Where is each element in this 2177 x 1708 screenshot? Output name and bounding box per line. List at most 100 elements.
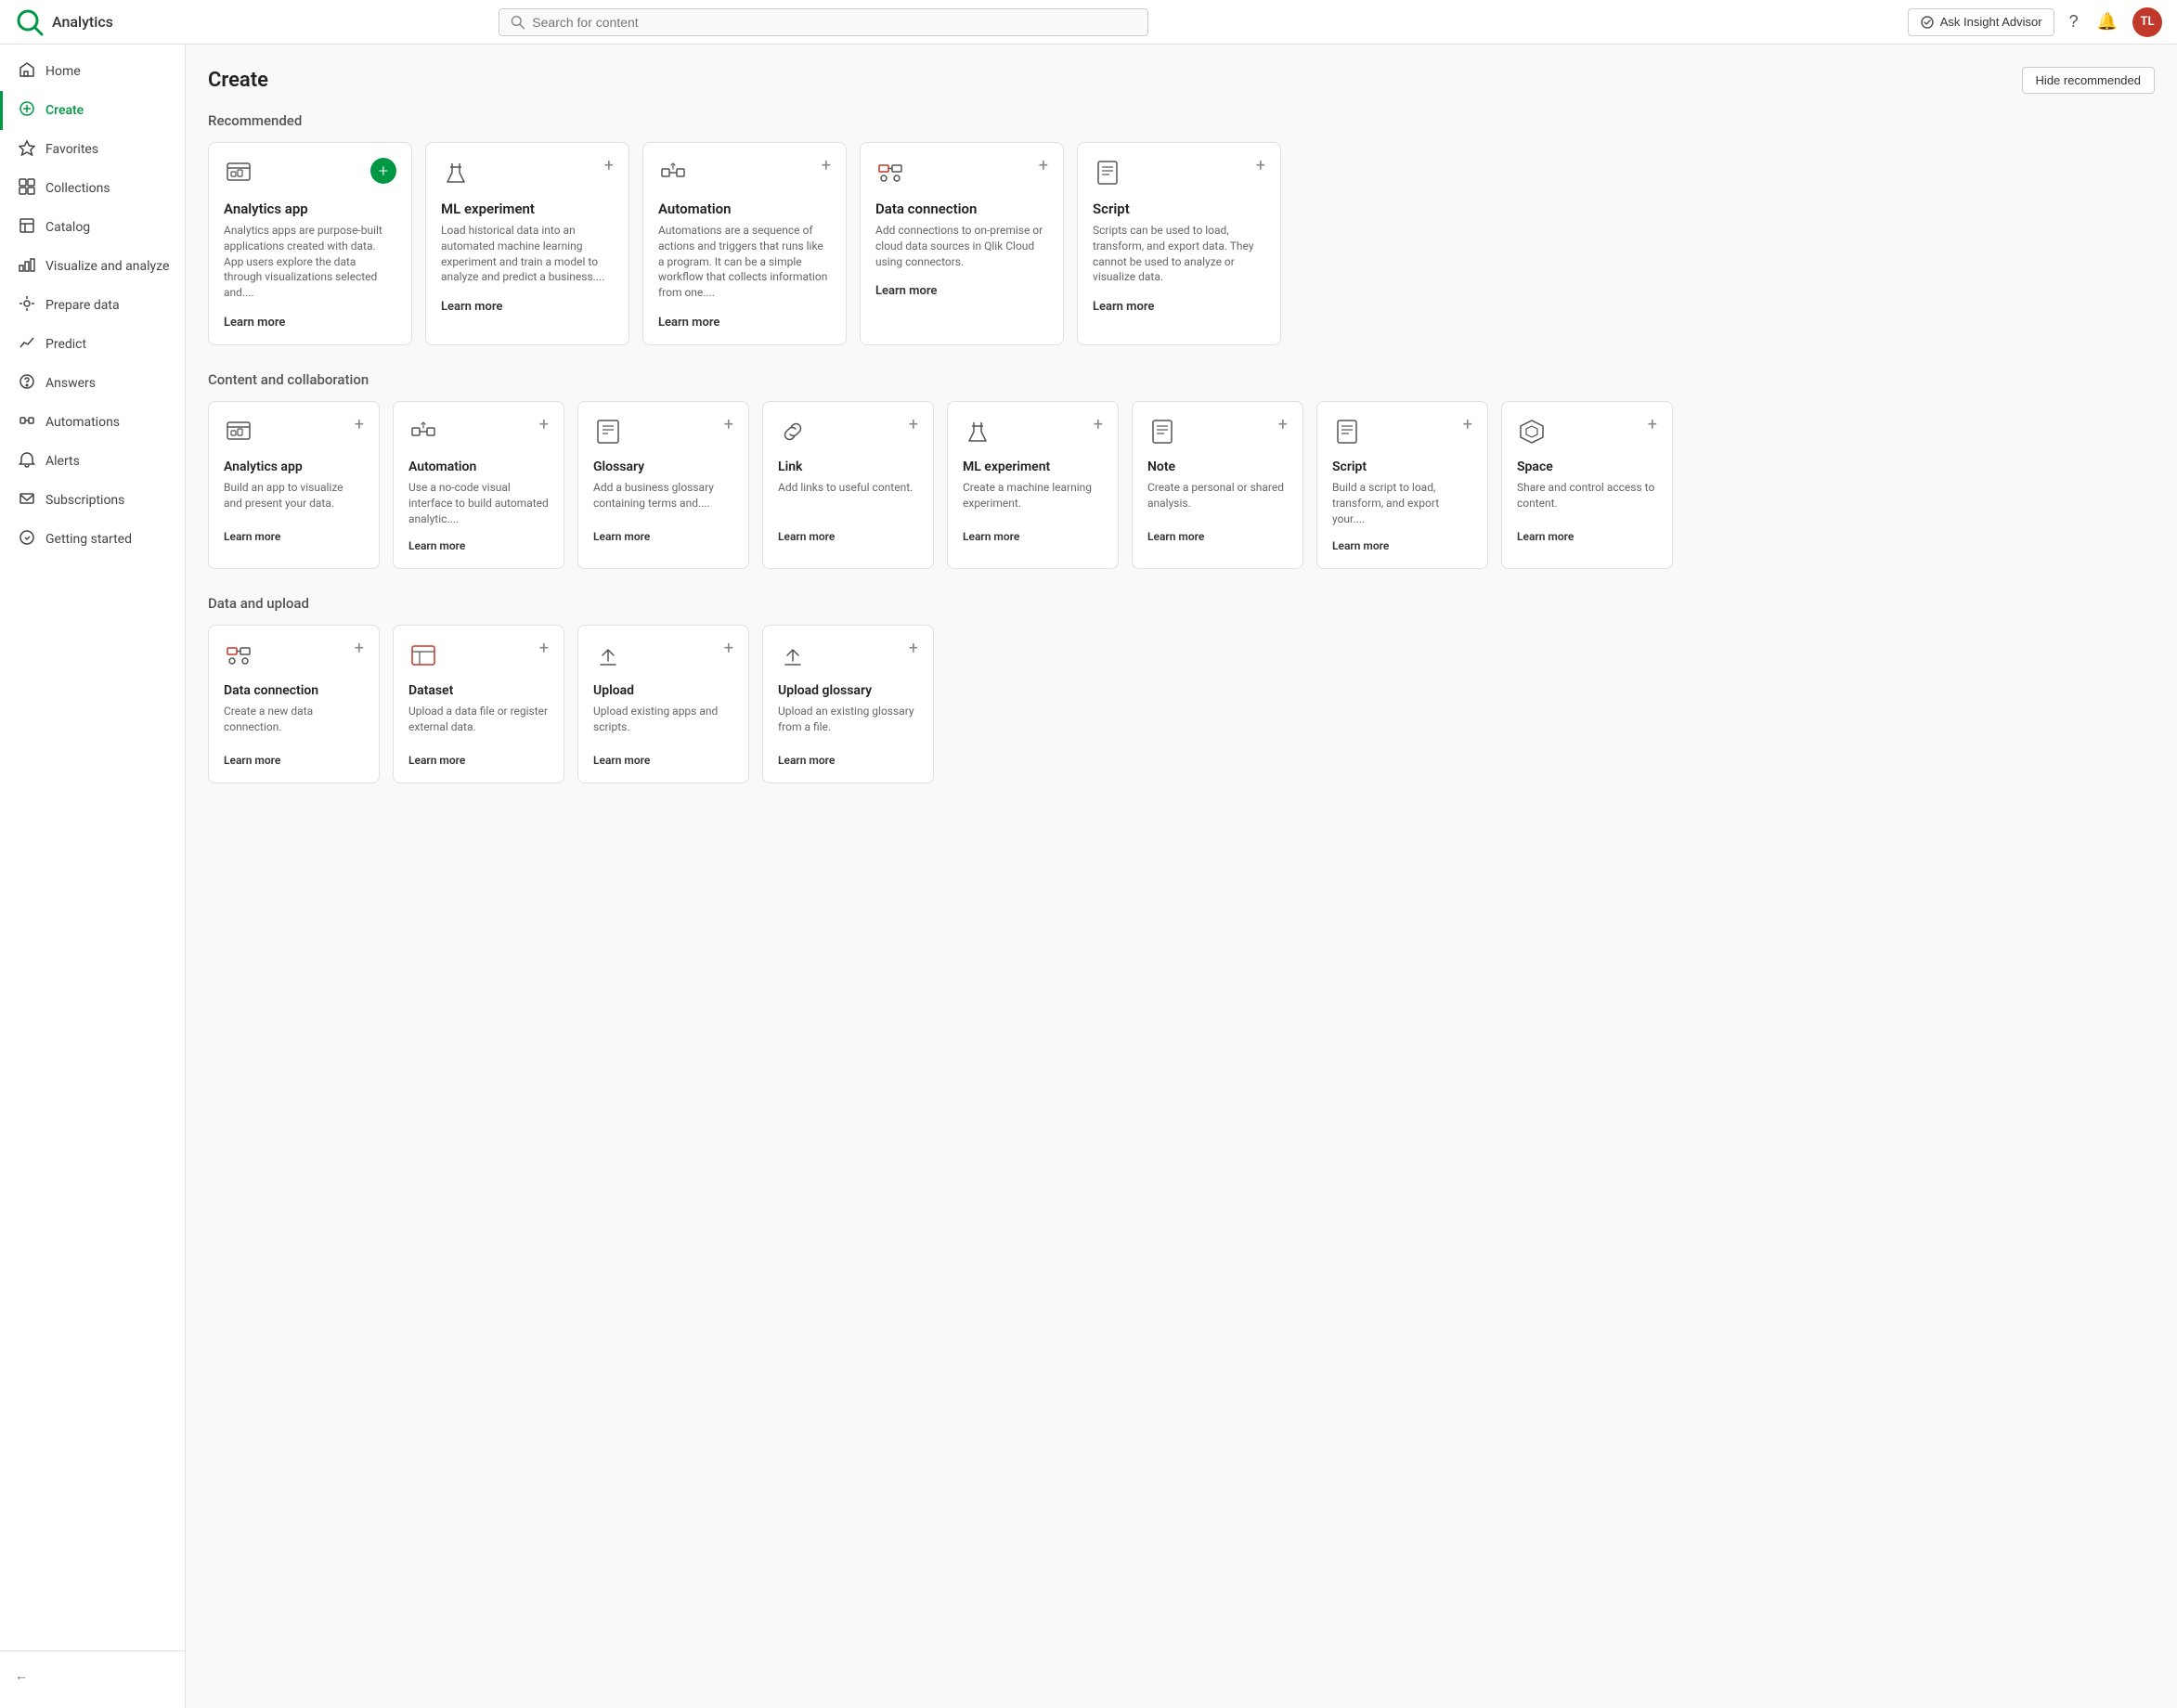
content-card[interactable]: + Script Build a script to load, transfo…	[1316, 401, 1488, 569]
recommended-card[interactable]: + Data connection Add connections to on-…	[860, 142, 1064, 345]
learn-more-link[interactable]: Learn more	[1332, 539, 1389, 552]
learn-more-link[interactable]: Learn more	[224, 316, 285, 330]
add-button[interactable]: +	[724, 417, 733, 433]
visualize-icon	[18, 256, 36, 277]
add-button[interactable]: +	[1256, 158, 1265, 175]
recommended-card[interactable]: + Script Scripts can be used to load, tr…	[1077, 142, 1281, 345]
sidebar-item-catalog[interactable]: Catalog	[0, 208, 185, 247]
learn-more-link[interactable]: Learn more	[1517, 530, 1574, 543]
card-desc: Automations are a sequence of actions an…	[658, 223, 831, 301]
learn-more-link[interactable]: Learn more	[778, 530, 835, 543]
automations-icon	[18, 412, 36, 433]
card-top: +	[1517, 417, 1657, 450]
learn-more-link[interactable]: Learn more	[408, 754, 465, 767]
add-button[interactable]: +	[822, 158, 831, 175]
prepare-icon	[18, 295, 36, 316]
learn-more-link[interactable]: Learn more	[593, 754, 650, 767]
card-desc: Build a script to load, transform, and e…	[1332, 480, 1472, 526]
add-button[interactable]: +	[909, 417, 918, 433]
sidebar-item-getting-started[interactable]: Getting started	[0, 520, 185, 559]
sidebar-item-favorites[interactable]: Favorites	[0, 130, 185, 169]
add-button[interactable]: +	[1039, 158, 1048, 175]
card-icon	[963, 417, 992, 450]
avatar[interactable]: TL	[2132, 7, 2162, 37]
content-card[interactable]: + Space Share and control access to cont…	[1501, 401, 1673, 569]
card-top: +	[593, 417, 733, 450]
data-card[interactable]: + Upload glossary Upload an existing glo…	[762, 625, 934, 783]
search-bar[interactable]	[499, 8, 1148, 36]
data-section-title: Data and upload	[208, 595, 2155, 612]
learn-more-link[interactable]: Learn more	[224, 754, 280, 767]
add-button[interactable]: +	[1094, 417, 1103, 433]
sidebar-item-answers[interactable]: Answers	[0, 364, 185, 403]
recommended-section-title: Recommended	[208, 112, 2155, 129]
content-section-title: Content and collaboration	[208, 371, 2155, 388]
add-button[interactable]: +	[604, 158, 614, 175]
content-card[interactable]: + Glossary Add a business glossary conta…	[577, 401, 749, 569]
sidebar-item-predict[interactable]: Predict	[0, 325, 185, 364]
sidebar-item-create[interactable]: Create	[0, 91, 185, 130]
recommended-card[interactable]: + ML experiment Load historical data int…	[425, 142, 629, 345]
learn-more-link[interactable]: Learn more	[778, 754, 835, 767]
add-button[interactable]: +	[355, 640, 364, 657]
card-desc: Add links to useful content.	[778, 480, 918, 517]
recommended-card[interactable]: + Analytics app Analytics apps are purpo…	[208, 142, 412, 345]
add-button[interactable]: +	[1463, 417, 1472, 433]
card-name: Automation	[658, 201, 831, 217]
sidebar-item-collections[interactable]: Collections	[0, 169, 185, 208]
hide-recommended-button[interactable]: Hide recommended	[2022, 67, 2155, 94]
learn-more-link[interactable]: Learn more	[1093, 300, 1154, 314]
learn-more-link[interactable]: Learn more	[408, 539, 465, 552]
add-button[interactable]: +	[355, 417, 364, 433]
content-card[interactable]: + Link Add links to useful content. Lear…	[762, 401, 934, 569]
learn-more-link[interactable]: Learn more	[658, 316, 719, 330]
card-top: +	[408, 640, 549, 674]
search-input[interactable]	[532, 15, 1136, 30]
sidebar-item-automations[interactable]: Automations	[0, 403, 185, 442]
content-card[interactable]: + Analytics app Build an app to visualiz…	[208, 401, 380, 569]
data-card[interactable]: + Upload Upload existing apps and script…	[577, 625, 749, 783]
add-button[interactable]: +	[370, 158, 396, 184]
sidebar-item-subscriptions[interactable]: Subscriptions	[0, 481, 185, 520]
sidebar-item-home[interactable]: Home	[0, 52, 185, 91]
card-name: Space	[1517, 459, 1657, 474]
content-card[interactable]: + Note Create a personal or shared analy…	[1132, 401, 1303, 569]
add-button[interactable]: +	[909, 640, 918, 657]
sidebar: Home Create Favorites Collections Catalo…	[0, 45, 186, 1708]
card-name: ML experiment	[441, 201, 614, 217]
card-desc: Use a no-code visual interface to build …	[408, 480, 549, 526]
qlik-logo-icon	[15, 7, 45, 37]
sidebar-item-visualize[interactable]: Visualize and analyze	[0, 247, 185, 286]
add-button[interactable]: +	[539, 417, 549, 433]
card-icon	[593, 640, 623, 674]
add-button[interactable]: +	[539, 640, 549, 657]
learn-more-link[interactable]: Learn more	[593, 530, 650, 543]
recommended-card[interactable]: + Automation Automations are a sequence …	[642, 142, 847, 345]
learn-more-link[interactable]: Learn more	[1147, 530, 1204, 543]
sidebar-item-prepare[interactable]: Prepare data	[0, 286, 185, 325]
favorites-icon	[18, 139, 36, 160]
card-name: Script	[1093, 201, 1265, 217]
help-button[interactable]: ?	[2066, 8, 2082, 35]
data-card[interactable]: + Data connection Create a new data conn…	[208, 625, 380, 783]
add-button[interactable]: +	[1278, 417, 1288, 433]
sidebar-label-create: Create	[45, 103, 84, 118]
notifications-button[interactable]: 🔔	[2093, 8, 2121, 35]
sidebar-label-automations: Automations	[45, 415, 120, 430]
insight-advisor-button[interactable]: Ask Insight Advisor	[1908, 8, 2054, 36]
content-card[interactable]: + ML experiment Create a machine learnin…	[947, 401, 1119, 569]
add-button[interactable]: +	[1648, 417, 1657, 433]
sidebar-collapse-button[interactable]: ←	[0, 1659, 185, 1693]
data-card[interactable]: + Dataset Upload a data file or register…	[393, 625, 564, 783]
learn-more-link[interactable]: Learn more	[875, 284, 937, 298]
collapse-icon: ←	[15, 1668, 28, 1684]
learn-more-link[interactable]: Learn more	[224, 530, 280, 543]
add-button[interactable]: +	[724, 640, 733, 657]
card-desc: Add a business glossary containing terms…	[593, 480, 733, 517]
card-desc: Upload existing apps and scripts.	[593, 704, 733, 741]
learn-more-link[interactable]: Learn more	[441, 300, 502, 314]
card-icon	[224, 417, 253, 450]
sidebar-item-alerts[interactable]: Alerts	[0, 442, 185, 481]
learn-more-link[interactable]: Learn more	[963, 530, 1019, 543]
content-card[interactable]: + Automation Use a no-code visual interf…	[393, 401, 564, 569]
